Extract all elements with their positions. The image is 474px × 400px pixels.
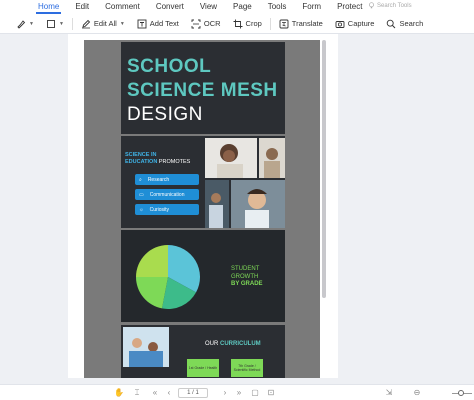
add-text-button[interactable]: Add Text: [131, 15, 185, 33]
ocr-label: OCR: [203, 19, 221, 28]
capture-button[interactable]: Capture: [329, 15, 381, 33]
last-page-icon[interactable]: »: [234, 388, 244, 398]
text-box-icon: [137, 19, 147, 28]
pill-curiosity-label: Curiosity: [149, 206, 170, 213]
pie-slice-4: [136, 245, 168, 277]
growth-pie-chart: [136, 245, 200, 309]
pdf-page: SCHOOL SCIENCE MESH DESIGN SCIENCE IN ED…: [84, 40, 320, 378]
hand-tool-icon[interactable]: ✋: [114, 388, 124, 398]
menu-home[interactable]: Home: [30, 0, 67, 14]
search-tools-label: Search Tools: [377, 2, 412, 9]
edit-icon: [81, 19, 91, 28]
curriculum-title: OUR CURRICULUM: [205, 341, 261, 347]
slide-promotes-subtitle: SCIENCE IN EDUCATION PROMOTES: [125, 152, 190, 165]
growth-caption-line-1: STUDENT: [231, 266, 260, 272]
classroom-photo: [123, 327, 169, 367]
chevron-down-icon: ▼: [29, 20, 34, 27]
student-photo-3: [205, 180, 229, 228]
subtitle-part-b: EDUCATION: [125, 158, 158, 165]
select-tool-icon[interactable]: ⌶: [132, 388, 142, 398]
search-label: Search: [399, 19, 424, 28]
add-text-label: Add Text: [149, 19, 179, 28]
menu-view[interactable]: View: [192, 0, 225, 14]
student-photo-2: [259, 138, 285, 178]
menu-protect[interactable]: Protect: [329, 0, 370, 14]
chat-icon: ▭: [139, 191, 144, 198]
menu-bar: Home Edit Comment Convert View Page Tool…: [0, 0, 474, 14]
search-icon: [387, 19, 396, 28]
curriculum-box-2: 7th Grade / Scientific Method: [231, 359, 263, 377]
student-photo-1: [205, 138, 257, 178]
fit-width-icon[interactable]: ⇲: [384, 388, 394, 398]
status-bar: ✋ ⌶ « ‹ 1 / 1 › » ▢ ⊡ ⇲ ⊖: [0, 384, 474, 400]
curriculum-title-part-a: OUR: [205, 341, 219, 347]
slide-title-line-1: SCHOOL: [127, 56, 212, 77]
slide-title-line-3: DESIGN: [127, 104, 203, 125]
scan-icon: [191, 19, 201, 28]
growth-caption: STUDENT GROWTH BY GRADE: [231, 266, 263, 289]
pill-curiosity: ☼ Curiosity: [135, 204, 199, 215]
lightbulb-icon: [369, 2, 374, 9]
single-page-view-icon[interactable]: ▢: [250, 388, 260, 398]
crop-button[interactable]: Crop: [227, 15, 268, 33]
menu-form[interactable]: Form: [294, 0, 329, 14]
capture-label: Capture: [347, 19, 375, 28]
search-tools[interactable]: Search Tools: [368, 2, 412, 9]
fit-page-icon[interactable]: ⊡: [266, 388, 276, 398]
slide-curriculum: OUR CURRICULUM 1st Grade / Health 7th Gr…: [121, 325, 285, 378]
zoom-slider-knob[interactable]: [458, 390, 464, 396]
camera-icon: [335, 20, 345, 28]
shape-tool[interactable]: ▼: [40, 15, 70, 33]
subtitle-part-c: PROMOTES: [158, 158, 191, 165]
pill-communication-label: Communication: [149, 191, 185, 198]
slide-growth: STUDENT GROWTH BY GRADE: [121, 230, 285, 322]
search-button[interactable]: Search: [380, 15, 429, 33]
highlight-tool[interactable]: ▼: [10, 15, 40, 33]
growth-caption-line-2: GROWTH: [231, 273, 259, 280]
slide-title: SCHOOL SCIENCE MESH DESIGN: [121, 42, 285, 134]
translate-button[interactable]: Translate: [273, 15, 329, 33]
translate-icon: [279, 19, 289, 28]
slide-promotes: SCIENCE IN EDUCATION PROMOTES ⌕ Research…: [121, 136, 285, 228]
student-photo-4: [231, 180, 285, 228]
first-page-icon[interactable]: «: [150, 388, 160, 398]
highlighter-icon: [17, 19, 26, 29]
bulb-icon: ☼: [139, 206, 144, 213]
toolbar: ▼ ▼ Edit All ▼ Add Text OCR Crop Transla…: [0, 14, 474, 34]
vertical-scrollbar[interactable]: [322, 40, 326, 298]
previous-page-icon[interactable]: ‹: [164, 388, 174, 398]
next-page-icon[interactable]: ›: [220, 388, 230, 398]
pill-communication: ▭ Communication: [135, 189, 199, 200]
menu-tools[interactable]: Tools: [260, 0, 295, 14]
growth-caption-line-3: BY GRADE: [231, 281, 263, 287]
divider: [71, 17, 73, 30]
magnifier-icon: ⌕: [139, 176, 142, 183]
chevron-down-icon: ▼: [119, 20, 125, 27]
menu-edit[interactable]: Edit: [67, 0, 97, 14]
edit-all-label: Edit All: [93, 19, 117, 28]
menu-comment[interactable]: Comment: [97, 0, 148, 14]
menu-convert[interactable]: Convert: [148, 0, 192, 14]
subtitle-part-a: SCIENCE IN: [125, 152, 157, 158]
pill-research-label: Research: [147, 176, 170, 183]
slide-title-line-2: SCIENCE MESH: [127, 80, 278, 101]
rectangle-icon: [47, 19, 55, 28]
divider: [269, 17, 271, 30]
zoom-out-icon[interactable]: ⊖: [412, 388, 422, 398]
menu-page[interactable]: Page: [225, 0, 260, 14]
crop-label: Crop: [245, 19, 262, 28]
chevron-down-icon: ▼: [58, 20, 64, 27]
curriculum-box-1: 1st Grade / Health: [187, 359, 219, 377]
page-number-field[interactable]: 1 / 1: [178, 388, 208, 398]
curriculum-title-part-b: CURRICULUM: [220, 341, 261, 347]
crop-icon: [233, 19, 243, 28]
edit-all-button[interactable]: Edit All ▼: [75, 15, 131, 33]
pill-research: ⌕ Research: [135, 174, 199, 185]
translate-label: Translate: [291, 19, 323, 28]
ocr-button[interactable]: OCR: [185, 15, 227, 33]
